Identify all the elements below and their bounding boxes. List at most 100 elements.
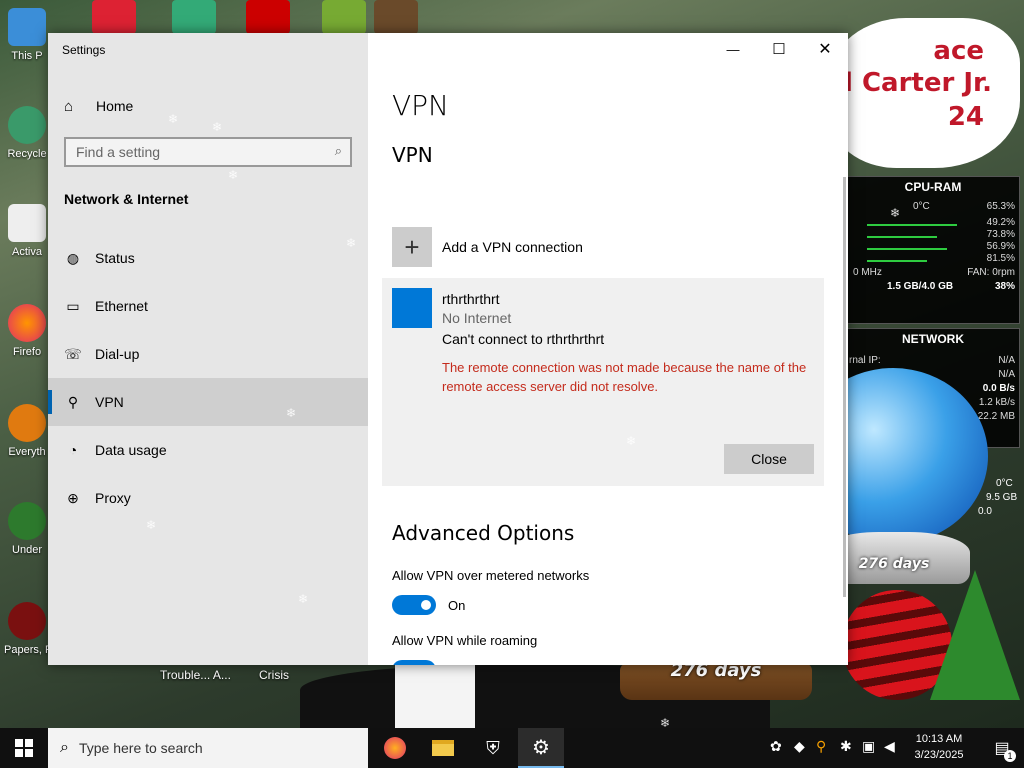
desktop-top-christmas-icon[interactable] xyxy=(322,0,366,34)
globe-status-icon: ◍ xyxy=(66,249,80,266)
desktop-top-game-icon[interactable] xyxy=(172,0,216,34)
gadget-extra-value: 0.0 xyxy=(978,506,992,517)
tray-network-icon[interactable]: ▣ xyxy=(862,738,875,755)
wallpaper-banner: ace l Carter Jr. 24 xyxy=(830,18,1020,168)
clock-date: 3/23/2025 xyxy=(914,749,964,761)
home-icon: ⌂ xyxy=(64,97,74,115)
dialup-icon: ☏ xyxy=(64,345,82,362)
nav-section-title: Network & Internet xyxy=(64,191,189,207)
add-vpn-connection-button[interactable]: + Add a VPN connection xyxy=(392,227,583,267)
gear-icon: ⚙ xyxy=(532,736,550,759)
desktop-icon-label: Firefo xyxy=(12,346,42,358)
tray-app-icon[interactable]: ✿ xyxy=(770,738,782,755)
desktop-icon-undertale[interactable]: Under xyxy=(4,502,50,556)
nav-item-label: Status xyxy=(95,250,135,266)
cpu-freq: 0 MHz xyxy=(853,267,882,278)
vpn-connection-status: No Internet xyxy=(442,310,512,326)
nav-item-label: Proxy xyxy=(95,490,131,506)
taskbar-search-placeholder: Type here to search xyxy=(78,740,203,756)
nav-item-ethernet[interactable]: ▭ Ethernet xyxy=(48,282,368,330)
taskbar-search-box[interactable]: ⌕ Type here to search xyxy=(48,728,368,768)
cpu-temp: 0°C xyxy=(913,201,930,212)
taskbar-security[interactable]: ⛨ xyxy=(470,728,516,768)
nav-home[interactable]: ⌂ Home xyxy=(64,95,133,117)
roaming-toggle-state: On xyxy=(448,663,465,665)
option-metered-label: Allow VPN over metered networks xyxy=(392,568,590,583)
recycle-bin-icon xyxy=(8,106,46,144)
nav-item-dialup[interactable]: ☏ Dial-up xyxy=(48,330,368,378)
tray-tool-icon[interactable]: ✱ xyxy=(840,738,852,755)
start-button[interactable] xyxy=(0,728,48,768)
minimize-button[interactable]: — xyxy=(710,33,756,65)
firefox-icon xyxy=(8,304,46,342)
ram-percent: 38% xyxy=(994,281,1015,292)
desktop-label-trouble[interactable]: Trouble... A... xyxy=(160,668,231,682)
tray-droplet-icon[interactable]: ◆ xyxy=(794,738,805,755)
find-setting-placeholder: Find a setting xyxy=(76,144,161,160)
close-error-button[interactable]: Close xyxy=(724,444,814,474)
window-title: Settings xyxy=(62,43,106,57)
desktop-icon-label: Everyth xyxy=(8,446,46,458)
undertale-icon xyxy=(8,502,46,540)
desktop-icon-firefox[interactable]: Firefo xyxy=(4,304,50,358)
cpu-core-bar xyxy=(867,260,927,262)
desktop-top-reindeer-icon[interactable] xyxy=(374,0,418,34)
cpu-core-bar xyxy=(867,236,937,238)
close-window-button[interactable]: ✕ xyxy=(802,33,848,65)
cpu-core-value: 81.5% xyxy=(986,253,1015,264)
desktop-icon-label: Papers, P xyxy=(4,644,50,656)
taskbar-firefox[interactable] xyxy=(372,728,418,768)
roaming-toggle[interactable] xyxy=(392,660,436,665)
gadget-extra-temp: 0°C xyxy=(996,478,1013,489)
nav-item-label: VPN xyxy=(95,394,124,410)
cpu-total: 65.3% xyxy=(986,201,1015,212)
papers-please-icon xyxy=(8,602,46,640)
content-scrollbar[interactable] xyxy=(843,177,846,597)
search-icon: ⌕ xyxy=(334,143,342,158)
cpu-core-value: 73.8% xyxy=(986,229,1015,240)
tray-search-icon[interactable]: ⚲ xyxy=(816,738,826,755)
desktop-icon-papers-please[interactable]: Papers, P xyxy=(4,602,50,656)
desktop-icon-this-pc[interactable]: This P xyxy=(4,8,50,62)
data-usage-icon: ◔ xyxy=(68,442,78,458)
ethernet-icon: ▭ xyxy=(66,297,80,314)
maximize-button[interactable]: ☐ xyxy=(756,33,802,65)
net-row-value: N/A xyxy=(998,369,1015,380)
windows-logo-icon xyxy=(15,739,33,757)
settings-window: Settings ⌂ Home Find a setting ⌕ Network… xyxy=(48,33,848,665)
nav-item-status[interactable]: ◍ Status xyxy=(48,234,368,282)
nav-item-vpn[interactable]: ⚲ VPN xyxy=(48,378,368,426)
plus-icon: + xyxy=(392,227,432,267)
desktop-top-app-icon[interactable] xyxy=(92,0,136,34)
vpn-connection-card[interactable]: rthrthrthrt No Internet Can't connect to… xyxy=(382,278,824,486)
tray-volume-icon[interactable]: ◀ xyxy=(884,738,895,755)
desktop-icon-everything[interactable]: Everyth xyxy=(4,404,50,458)
taskbar-file-explorer[interactable] xyxy=(420,728,466,768)
nav-item-proxy[interactable]: ⊕ Proxy xyxy=(48,474,368,522)
action-center-button[interactable]: ▤ 1 xyxy=(982,728,1022,768)
cpu-fan: FAN: 0rpm xyxy=(967,267,1015,278)
metered-toggle[interactable] xyxy=(392,595,436,615)
cpu-ram-gadget[interactable]: CPU-RAM 0°C 65.3% 49.2% 73.8% 56.9% 81.5… xyxy=(846,176,1020,324)
clock-time: 10:13 AM xyxy=(915,733,963,745)
nav-item-data-usage[interactable]: ◔ Data usage xyxy=(48,426,368,474)
taskbar-clock[interactable]: 10:13 AM 3/23/2025 xyxy=(906,731,972,763)
desktop-label-crisis[interactable]: Crisis xyxy=(259,668,289,682)
desktop-icon-label: Under xyxy=(12,544,42,556)
net-row-value: 1.2 kB/s xyxy=(978,397,1015,408)
nav-home-label: Home xyxy=(96,98,134,114)
desktop-icon-label: This P xyxy=(11,50,43,62)
vpn-error-detail: The remote connection was not made becau… xyxy=(442,360,807,394)
desktop-top-mcdonalds-icon[interactable] xyxy=(246,0,290,34)
desktop-icon-activate[interactable]: Activa xyxy=(4,204,50,258)
vpn-error-title: Can't connect to rthrthrthrt xyxy=(442,331,605,347)
window-titlebar[interactable]: — ☐ ✕ xyxy=(368,33,848,65)
banner-line: ace xyxy=(933,36,984,66)
find-setting-input[interactable]: Find a setting ⌕ xyxy=(64,137,352,167)
option-roaming-label: Allow VPN while roaming xyxy=(392,633,538,648)
cpu-core-bar xyxy=(867,224,957,226)
gadget-extra-ram: 9.5 GB xyxy=(986,492,1018,503)
taskbar-settings[interactable]: ⚙ xyxy=(518,728,564,768)
vpn-connection-tile-icon xyxy=(392,288,432,328)
desktop-icon-recycle[interactable]: Recycle xyxy=(4,106,50,160)
